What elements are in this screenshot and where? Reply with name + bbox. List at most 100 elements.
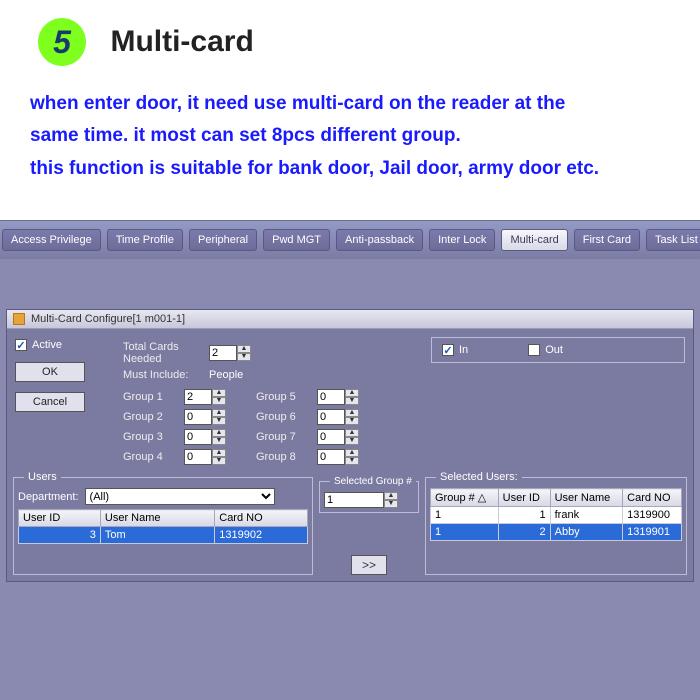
page-title: Multi-card (110, 25, 253, 59)
spin-down-icon[interactable]: ▼ (212, 457, 226, 465)
spin-down-icon[interactable]: ▼ (384, 500, 398, 508)
department-label: Department: (18, 491, 79, 503)
selected-group-spinner[interactable]: ▲▼ (324, 492, 414, 508)
selected-group-label: Selected Group # (330, 476, 416, 487)
spin-up-icon[interactable]: ▲ (212, 389, 226, 397)
desc-line: this function is suitable for bank door,… (30, 153, 670, 185)
spin-up-icon[interactable]: ▲ (212, 429, 226, 437)
spin-up-icon[interactable]: ▲ (345, 449, 359, 457)
spin-down-icon[interactable]: ▼ (345, 417, 359, 425)
spin-down-icon[interactable]: ▼ (237, 353, 251, 361)
group-input[interactable] (317, 449, 345, 465)
checkbox-checked-icon: ✓ (15, 339, 27, 351)
spin-down-icon[interactable]: ▼ (345, 397, 359, 405)
spin-down-icon[interactable]: ▼ (345, 457, 359, 465)
spin-up-icon[interactable]: ▲ (345, 429, 359, 437)
selected-group-input[interactable] (324, 492, 384, 508)
col-header[interactable]: User Name (100, 510, 214, 527)
spin-up-icon[interactable]: ▲ (384, 492, 398, 500)
tab-multi-card[interactable]: Multi-card (501, 229, 567, 251)
selected-group-fieldset: Selected Group # ▲▼ (319, 481, 419, 513)
in-label: In (459, 344, 468, 356)
col-header[interactable]: User ID (498, 489, 550, 507)
cancel-button[interactable]: Cancel (15, 392, 85, 412)
group-spinner[interactable]: ▲▼ (184, 409, 226, 425)
department-select[interactable]: (All) (85, 488, 275, 505)
col-header[interactable]: Card NO (623, 489, 682, 507)
checkbox-unchecked-icon (528, 344, 540, 356)
spin-up-icon[interactable]: ▲ (212, 449, 226, 457)
tab-pwd-mgt[interactable]: Pwd MGT (263, 229, 330, 251)
selected-users-table: Group # △User IDUser NameCard NO 11frank… (430, 488, 682, 541)
move-right-button[interactable]: >> (351, 555, 387, 575)
in-checkbox[interactable]: ✓ In (442, 344, 468, 356)
total-cards-spinner[interactable]: ▲▼ (209, 345, 251, 361)
spin-up-icon[interactable]: ▲ (237, 345, 251, 353)
group-input[interactable] (317, 389, 345, 405)
tab-access-privilege[interactable]: Access Privilege (2, 229, 101, 251)
group-input[interactable] (184, 409, 212, 425)
table-row[interactable]: 11frank1319900 (431, 507, 682, 524)
ok-button[interactable]: OK (15, 362, 85, 382)
tab-peripheral[interactable]: Peripheral (189, 229, 257, 251)
group-label: Group 8 (256, 451, 311, 463)
group-label: Group 2 (123, 411, 178, 423)
group-spinner[interactable]: ▲▼ (184, 429, 226, 445)
table-row[interactable]: 12Abby1319901 (431, 524, 682, 541)
tab-inter-lock[interactable]: Inter Lock (429, 229, 495, 251)
group-input[interactable] (184, 429, 212, 445)
out-label: Out (545, 344, 563, 356)
table-row[interactable]: 3Tom1319902 (19, 527, 308, 544)
group-label: Group 4 (123, 451, 178, 463)
tab-bar: Access Privilege Time Profile Peripheral Pw… (0, 221, 700, 259)
users-fieldset: Users Department: (All) User IDUser Name… (13, 477, 313, 575)
spin-down-icon[interactable]: ▼ (212, 397, 226, 405)
selected-users-legend: Selected Users: (436, 471, 522, 483)
spin-down-icon[interactable]: ▼ (212, 417, 226, 425)
group-spinner[interactable]: ▲▼ (184, 449, 226, 465)
tab-first-card[interactable]: First Card (574, 229, 640, 251)
group-spinner[interactable]: ▲▼ (317, 449, 359, 465)
group-label: Group 3 (123, 431, 178, 443)
col-header[interactable]: Card NO (215, 510, 308, 527)
group-label: Group 6 (256, 411, 311, 423)
group-label: Group 7 (256, 431, 311, 443)
tab-task-list[interactable]: Task List (646, 229, 700, 251)
desc-line: when enter door, it need use multi-card … (30, 88, 670, 120)
window-title: Multi-Card Configure[1 m001-1] (31, 313, 185, 325)
group-spinner[interactable]: ▲▼ (317, 389, 359, 405)
group-input[interactable] (184, 449, 212, 465)
group-label: Group 1 (123, 391, 178, 403)
group-spinner[interactable]: ▲▼ (317, 409, 359, 425)
tab-anti-passback[interactable]: Anti-passback (336, 229, 423, 251)
step-badge: 5 (38, 18, 86, 66)
io-fieldset: ✓ In Out (431, 337, 685, 363)
group-spinner[interactable]: ▲▼ (184, 389, 226, 405)
spin-up-icon[interactable]: ▲ (212, 409, 226, 417)
col-header[interactable]: User Name (550, 489, 623, 507)
people-label: People (209, 369, 243, 381)
tab-time-profile[interactable]: Time Profile (107, 229, 183, 251)
selected-users-fieldset: Selected Users: Group # △User IDUser Nam… (425, 477, 687, 575)
group-input[interactable] (317, 409, 345, 425)
users-table: User IDUser NameCard NO 3Tom1319902 (18, 509, 308, 544)
out-checkbox[interactable]: Out (528, 344, 563, 356)
col-header[interactable]: Group # △ (431, 489, 499, 507)
spin-down-icon[interactable]: ▼ (345, 437, 359, 445)
spin-down-icon[interactable]: ▼ (212, 437, 226, 445)
desc-line: same time. it most can set 8pcs differen… (30, 120, 670, 152)
spin-up-icon[interactable]: ▲ (345, 389, 359, 397)
active-checkbox[interactable]: ✓ Active (15, 339, 62, 351)
col-header[interactable]: User ID (19, 510, 101, 527)
group-spinner[interactable]: ▲▼ (317, 429, 359, 445)
active-label: Active (32, 339, 62, 351)
window-titlebar: Multi-Card Configure[1 m001-1] (7, 310, 693, 329)
group-input[interactable] (317, 429, 345, 445)
total-cards-label: Total Cards Needed (123, 341, 203, 365)
app-window: Access Privilege Time Profile Peripheral Pw… (0, 220, 700, 700)
group-input[interactable] (184, 389, 212, 405)
spin-up-icon[interactable]: ▲ (345, 409, 359, 417)
users-legend: Users (24, 471, 61, 483)
total-cards-input[interactable] (209, 345, 237, 361)
group-label: Group 5 (256, 391, 311, 403)
